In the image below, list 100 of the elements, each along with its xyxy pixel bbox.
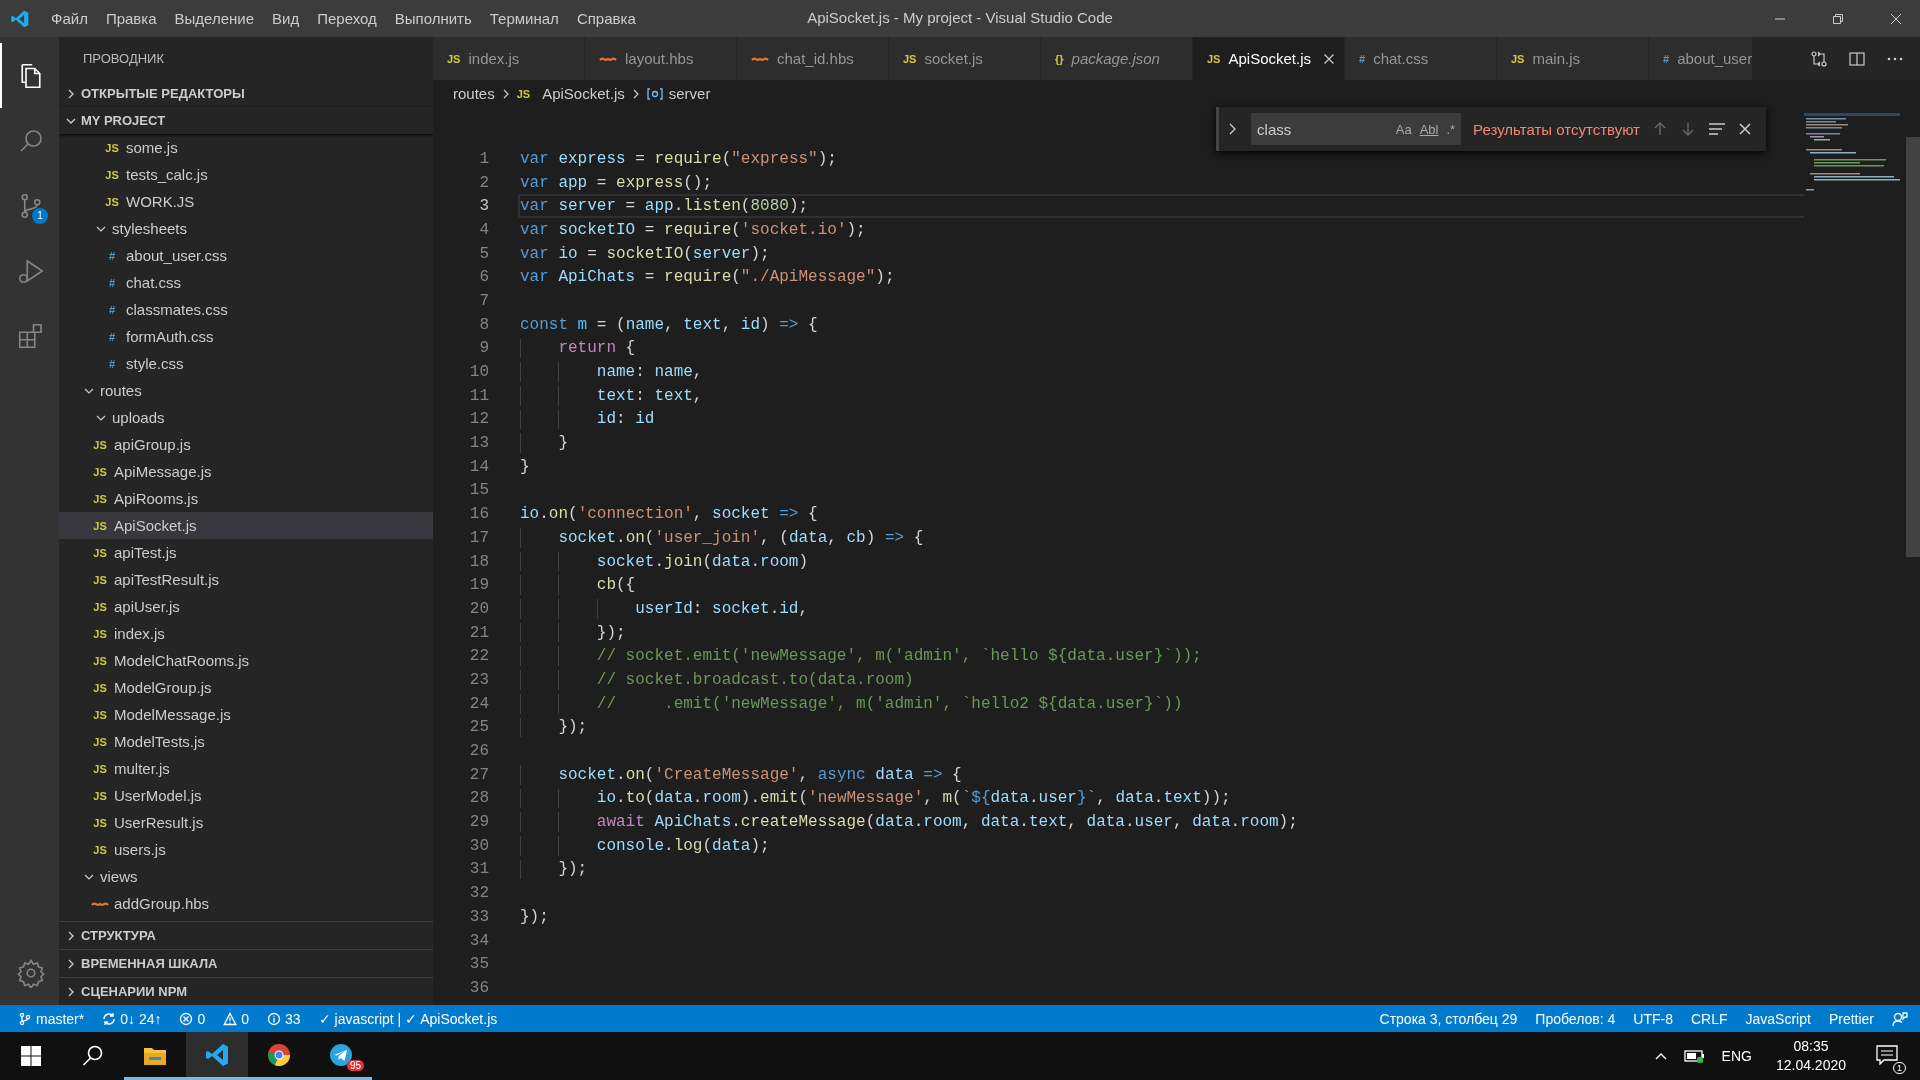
breadcrumb-item[interactable]: server [668, 85, 711, 102]
status-item[interactable]: master* [18, 1010, 85, 1027]
editor-tab[interactable]: layout.hbs [585, 37, 737, 80]
status-item[interactable]: 0 [179, 1010, 206, 1027]
status-item[interactable]: JavaScript [1745, 1010, 1811, 1027]
settings-icon[interactable] [15, 957, 46, 988]
clock-date[interactable]: 12.04.2020 [1775, 1056, 1846, 1075]
status-item[interactable]: Пробелов: 4 [1535, 1010, 1616, 1027]
file-item[interactable]: JS some.js [59, 134, 433, 161]
file-item[interactable]: JS ModelChatRooms.js [59, 647, 433, 674]
section-header[interactable]: ОТКРЫТЫЕ РЕДАКТОРЫ [59, 80, 433, 107]
file-item[interactable]: JS ModelMessage.js [59, 701, 433, 728]
file-item[interactable]: # formAuth.css [59, 323, 433, 350]
menu-item[interactable]: Терминал [480, 10, 568, 27]
file-item[interactable]: JS ApiMessage.js [59, 458, 433, 485]
selection-icon[interactable] [1708, 121, 1726, 137]
file-item[interactable]: JS apiUser.js [59, 593, 433, 620]
file-item[interactable]: # about_user.css [59, 242, 433, 269]
editor-tab[interactable]: chat_id.hbs [737, 37, 889, 80]
status-item[interactable]: 0 [223, 1010, 250, 1027]
arrow-down-icon[interactable] [1680, 121, 1696, 137]
section-header[interactable]: СТРУКТУРА [59, 921, 433, 949]
menu-item[interactable]: Переход [308, 10, 386, 27]
file-item[interactable]: JS apiGroup.js [59, 431, 433, 458]
file-item[interactable]: JS UserResult.js [59, 809, 433, 836]
error-icon [179, 1011, 194, 1026]
scrollbar[interactable] [1906, 137, 1920, 557]
file-item[interactable]: JS ApiSocket.js [59, 512, 433, 539]
file-item[interactable]: JS users.js [59, 836, 433, 863]
clock-time[interactable]: 08:35 [1793, 1037, 1829, 1056]
line-number: 24 [468, 693, 489, 714]
editor-tab[interactable]: JS ApiSocket.js [1193, 37, 1345, 80]
editor-tab[interactable]: {} package.json [1041, 37, 1193, 80]
file-item[interactable]: JS multer.js [59, 755, 433, 782]
menu-item[interactable]: Выделение [165, 10, 264, 27]
person-icon[interactable] [1892, 1010, 1908, 1027]
file-item[interactable]: JS apiTest.js [59, 539, 433, 566]
folder-item[interactable]: routes [59, 377, 433, 404]
close-icon[interactable] [1738, 122, 1752, 136]
toggle-button[interactable]: Abl [1419, 121, 1439, 137]
file-item[interactable]: addGroup.hbs [59, 890, 433, 917]
section-header[interactable]: ВРЕМЕННАЯ ШКАЛА [59, 949, 433, 977]
line-number: 27 [468, 764, 489, 785]
folder-item[interactable]: stylesheets [59, 215, 433, 242]
code-line: const m = (name, text, id) => { [519, 314, 819, 336]
editor-tab[interactable]: # chat.css [1345, 37, 1497, 80]
status-item[interactable]: UTF-8 [1633, 1010, 1673, 1027]
section-header[interactable]: MY PROJECT [59, 107, 433, 134]
file-type-icon: JS [103, 195, 121, 208]
breadcrumb-item[interactable]: ApiSocket.js [542, 85, 625, 102]
folder-item[interactable]: uploads [59, 404, 433, 431]
line-number: 3 [478, 196, 489, 217]
close-icon[interactable] [1890, 12, 1902, 25]
taskbar-button[interactable] [186, 1032, 248, 1080]
taskbar-button[interactable]: 95 [310, 1032, 372, 1080]
status-item[interactable]: 0↓ 24↑ [102, 1010, 162, 1027]
menu-item[interactable]: Файл [42, 10, 97, 27]
code-line: }); [518, 857, 1804, 882]
battery-icon[interactable] [1683, 1048, 1706, 1064]
split-editor-icon[interactable] [1848, 49, 1866, 68]
file-item[interactable]: JS apiTestResult.js [59, 566, 433, 593]
arrow-up-icon[interactable] [1652, 121, 1668, 137]
status-item[interactable]: ✓ javascript | ✓ ApiSocket.js [318, 1010, 498, 1027]
language-indicator[interactable]: ENG [1721, 1048, 1752, 1064]
line-number: 31 [468, 859, 489, 880]
editor-tab[interactable]: JS index.js [433, 37, 585, 80]
file-item[interactable]: JS UserModel.js [59, 782, 433, 809]
editor-tab[interactable]: JS socket.js [889, 37, 1041, 80]
file-item[interactable]: # style.css [59, 350, 433, 377]
file-item[interactable]: JS ModelGroup.js [59, 674, 433, 701]
folder-item[interactable]: views [59, 863, 433, 890]
close-icon[interactable] [1323, 52, 1335, 65]
file-item[interactable]: # chat.css [59, 269, 433, 296]
status-item[interactable]: Prettier [1828, 1010, 1874, 1027]
editor-tab[interactable]: JS main.js [1497, 37, 1649, 80]
menu-item[interactable]: Справка [567, 10, 645, 27]
file-item[interactable]: # classmates.css [59, 296, 433, 323]
status-item[interactable]: CRLF [1690, 1010, 1728, 1027]
breadcrumb-item[interactable]: routes [453, 85, 495, 102]
restore-icon[interactable] [1832, 12, 1844, 25]
menu-item[interactable]: Выполнить [385, 10, 481, 27]
file-item[interactable]: JS WORK.JS [59, 188, 433, 215]
line-number: 36 [468, 977, 489, 998]
file-item[interactable]: JS ApiRooms.js [59, 485, 433, 512]
find-field[interactable]: class Aa Abl .* [1251, 113, 1462, 145]
file-item[interactable]: JS index.js [59, 620, 433, 647]
status-item[interactable]: 33 [267, 1010, 301, 1027]
status-item[interactable]: Строка 3, столбец 29 [1379, 1010, 1518, 1027]
file-item[interactable]: JS tests_calc.js [59, 161, 433, 188]
notifications-icon[interactable] [1876, 1044, 1898, 1065]
file-item[interactable]: JS ModelTests.js [59, 728, 433, 755]
file-type-icon: JS [91, 600, 109, 613]
editor-tab[interactable]: # about_user [1649, 37, 1754, 80]
notification-badge: 1 [32, 208, 48, 224]
menu-item[interactable]: Правка [96, 10, 166, 27]
compare-icon[interactable] [1810, 49, 1828, 68]
menu-item[interactable]: Вид [263, 10, 309, 27]
toggle-button[interactable]: Aa [1395, 121, 1412, 137]
activity-tab[interactable]: 1 [0, 173, 59, 238]
toggle-button[interactable]: .* [1446, 121, 1456, 137]
